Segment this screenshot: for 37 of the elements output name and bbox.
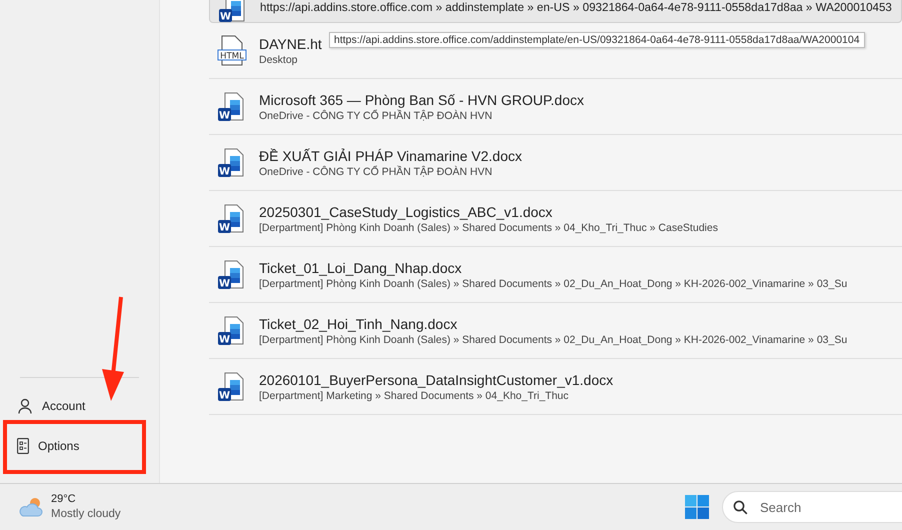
windows-logo-icon <box>685 495 709 519</box>
recent-file-row[interactable]: W Microsoft 365 — Phòng Ban Số - HVN GROUP.docx OneDrive - CÔNG TY CỔ PHẦN TẬP ĐOÀN HVN <box>209 79 902 135</box>
sidebar-item[interactable]: Account <box>0 392 159 420</box>
search-field[interactable]: Search <box>722 491 902 523</box>
search-icon <box>733 500 748 514</box>
search-input[interactable]: Search <box>758 498 882 516</box>
file-name: DAYNE.ht <box>259 36 322 52</box>
recent-file-row[interactable]: W https://api.addins.store.office.com » addinstemplate » en-US » 09321864-0a64-4e78-9111-0558da17d8aa » WA200010453 <box>209 0 902 23</box>
file-location: [Derpartment] Phòng Kinh Doanh (Sales) » Shared Documents » 02_Du_An_Hoat_Dong » KH-2026-002_Vinamarine » 03_Su <box>259 278 848 290</box>
recent-file-row[interactable]: W 20250301_CaseStudy_Logistics_ABC_v1.docx [Derpartment] Phòng Kinh Doanh (Sales) » Shared Documents » 04_Kho_Tri_Thuc » CaseStudies <box>209 191 902 247</box>
weather-condition: Mostly cloudy <box>51 507 121 522</box>
file-name: ĐỀ XUẤT GIẢI PHÁP Vinamarine V2.docx <box>259 148 522 164</box>
file-name: 20250301_CaseStudy_Logistics_ABC_v1.docx <box>259 204 554 220</box>
file-name: Ticket_02_Hoi_Tinh_Nang.docx <box>259 316 458 332</box>
settings-list-icon <box>17 438 29 454</box>
file-location: [Derpartment] Phòng Kinh Doanh (Sales) » Shared Documents » 04_Kho_Tri_Thuc » CaseStudies <box>259 222 718 234</box>
cloud-sun-icon <box>18 496 44 518</box>
person-icon <box>17 398 33 414</box>
file-name: Ticket_01_Loi_Dang_Nhap.docx <box>259 260 463 276</box>
temperature: 29°C <box>51 492 77 507</box>
file-location: [Derpartment] Phòng Kinh Doanh (Sales) » Shared Documents » 02_Du_An_Hoat_Dong » KH-2026-002_Vinamarine » 03_Su <box>259 334 848 346</box>
sidebar-item-label: Account <box>42 399 86 413</box>
file-location: OneDrive - CÔNG TY CỔ PHẦN TẬP ĐOÀN HVN <box>259 110 494 122</box>
file-location: Desktop <box>259 54 299 66</box>
start-button[interactable] <box>684 494 710 520</box>
file-location: [Derpartment] Marketing » Shared Documents » 04_Kho_Tri_Thuc <box>259 390 570 402</box>
file-location: OneDrive - CÔNG TY CỔ PHẦN TẬP ĐOÀN HVN <box>259 166 494 178</box>
recent-file-row[interactable]: W Ticket_02_Hoi_Tinh_Nang.docx [Derpartment] Phòng Kinh Doanh (Sales) » Shared Documents » 02_Du_An_Hoat_Dong » KH-2026-002_Vinamarine » 03_Su <box>209 303 902 359</box>
sidebar-item[interactable]: Options <box>0 432 159 460</box>
recent-file-row[interactable]: W ĐỀ XUẤT GIẢI PHÁP Vinamarine V2.docx OneDrive - CÔNG TY CỔ PHẦN TẬP ĐOÀN HVN <box>209 135 902 191</box>
recent-file-row[interactable]: W Ticket_01_Loi_Dang_Nhap.docx [Derpartment] Phòng Kinh Doanh (Sales) » Shared Documents » 02_Du_An_Hoat_Dong » KH-2026-002_Vinamarine » 03_Su <box>209 247 902 303</box>
file-name: 20260101_BuyerPersona_DataInsightCustomer_v1.docx <box>259 372 614 388</box>
sidebar-item-label: Options <box>38 439 80 453</box>
recent-file-row[interactable]: W 20260101_BuyerPersona_DataInsightCustomer_v1.docx [Derpartment] Marketing » Shared Documents » 04_Kho_Tri_Thuc <box>209 359 902 415</box>
file-name: Microsoft 365 — Phòng Ban Số - HVN GROUP.docx <box>259 92 584 108</box>
tooltip: https://api.addins.store.office.com/addinstemplate/en-US/09321864-0a64-4e78-9111-0558da17d8aa/WA2000104 <box>329 32 865 48</box>
file-name: https://api.addins.store.office.com » addinstemplate » en-US » 09321864-0a64-4e78-9111-0558da17d8aa » WA200010453 <box>260 1 892 14</box>
